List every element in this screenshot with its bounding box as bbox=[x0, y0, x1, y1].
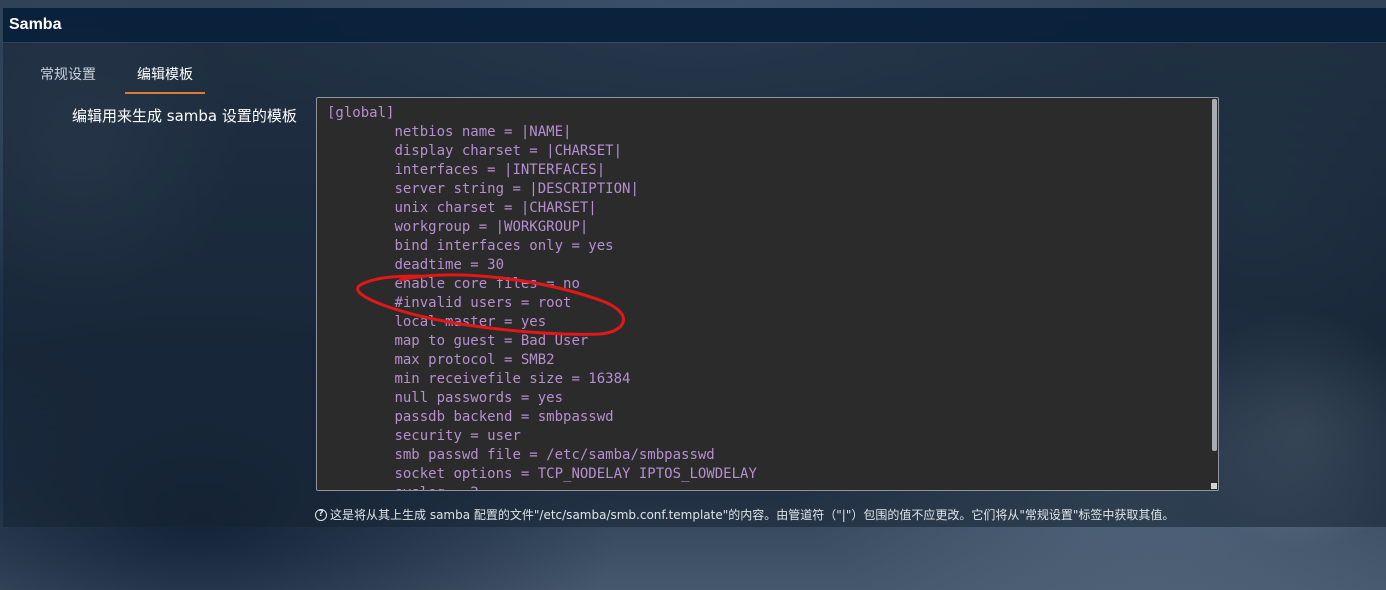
app-title: Samba bbox=[9, 16, 62, 33]
tab-edit-template[interactable]: 编辑模板 bbox=[125, 64, 205, 94]
question-circle-icon: ? bbox=[315, 508, 327, 521]
editor-scrollbar-thumb[interactable] bbox=[1212, 99, 1217, 451]
tab-general-settings[interactable]: 常规设置 bbox=[40, 64, 96, 92]
app-header: Samba bbox=[3, 8, 1386, 42]
help-text: ? 这是将从其上生成 samba 配置的文件"/etc/samba/smb.co… bbox=[315, 506, 1174, 523]
editor-resize-handle[interactable] bbox=[1211, 483, 1217, 489]
template-field-label: 编辑用来生成 samba 设置的模板 bbox=[72, 107, 297, 125]
template-textarea[interactable]: [global] netbios name = |NAME| display c… bbox=[317, 98, 1218, 490]
template-editor[interactable]: [global] netbios name = |NAME| display c… bbox=[316, 97, 1219, 491]
help-text-content: 这是将从其上生成 samba 配置的文件"/etc/samba/smb.conf… bbox=[330, 508, 1175, 522]
